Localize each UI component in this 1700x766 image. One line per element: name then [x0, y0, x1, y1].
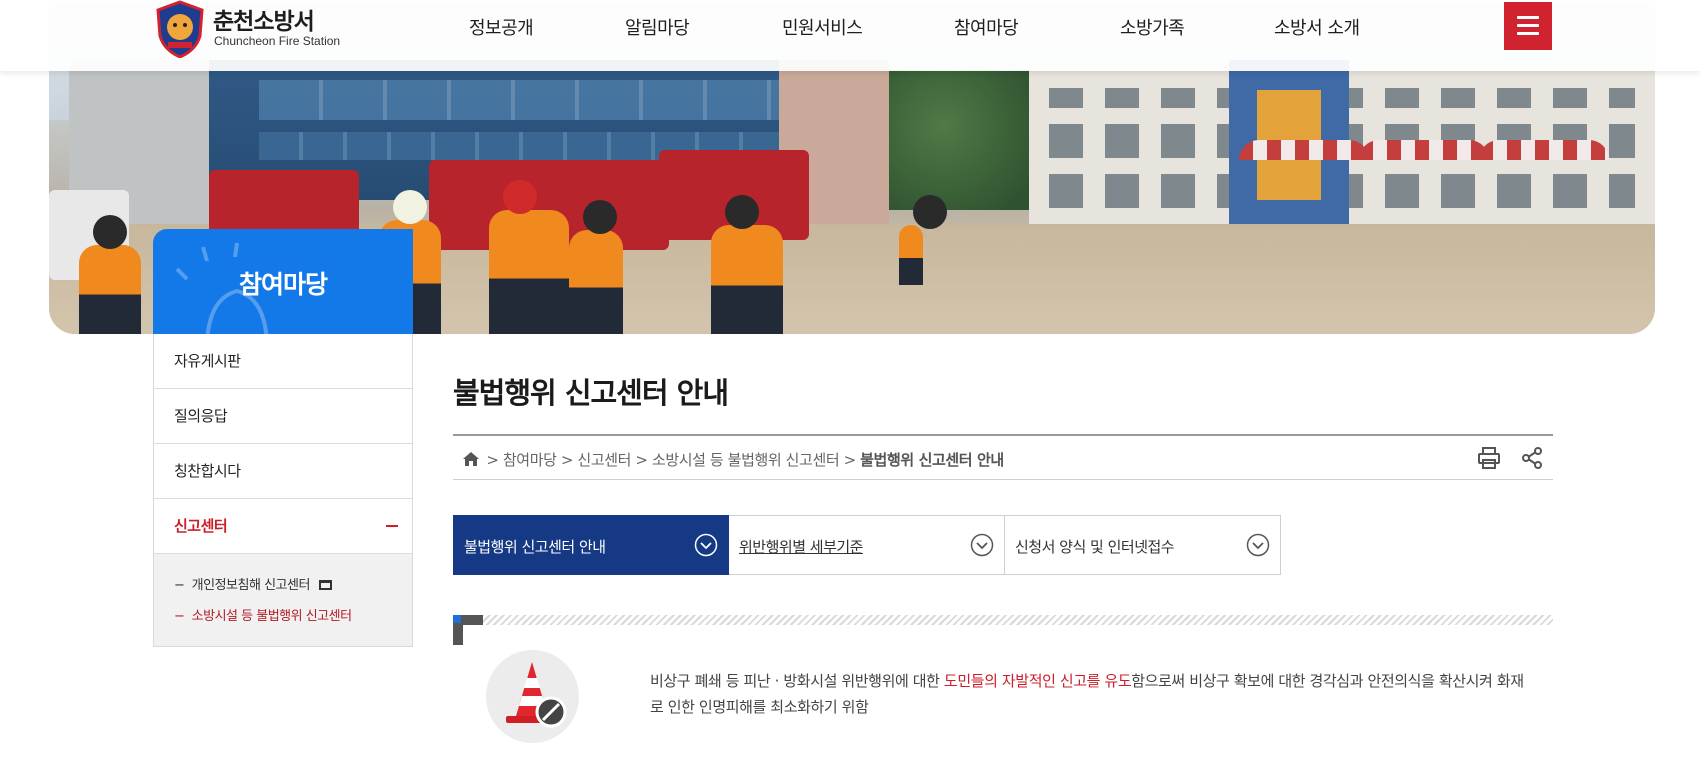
- intro-highlight: 도민들의 자발적인 신고를 유도: [943, 672, 1132, 690]
- new-window-icon: [318, 580, 332, 590]
- breadcrumb-item[interactable]: 신고센터: [577, 451, 631, 469]
- tab-label: 신청서 양식 및 인터넷접수: [1015, 538, 1175, 556]
- content-tabs: 불법행위 신고센터 안내 위반행위별 세부기준 신청서 양식 및 인터넷접수: [453, 515, 1281, 575]
- breadcrumb-item[interactable]: 소방시설 등 불법행위 신고센터: [652, 451, 840, 469]
- location-bar: > 참여마당 > 신고센터 > 소방시설 등 불법행위 신고센터 > 불법행위 …: [453, 434, 1553, 480]
- tab-violation-criteria[interactable]: 위반행위별 세부기준: [729, 515, 1005, 575]
- sidebar-item-label: 질의응답: [174, 407, 228, 425]
- nav-info-disclosure[interactable]: 정보공개: [469, 14, 534, 40]
- sidebar-menu: 자유게시판 질의응답 칭찬합시다 신고센터 − 개인정보침해 신고센터 − 소방…: [153, 334, 413, 647]
- logo-name: 춘천소방서: [213, 9, 315, 35]
- site-header: 춘천소방서 Chuncheon Fire Station 정보공개 알림마당 민…: [0, 0, 1700, 71]
- sidebar-item-free-board[interactable]: 자유게시판: [154, 334, 412, 389]
- breadcrumb-item[interactable]: 참여마당: [503, 451, 557, 469]
- logo-subtitle: Chuncheon Fire Station: [214, 34, 341, 48]
- tab-label: 위반행위별 세부기준: [739, 538, 863, 556]
- page-title: 불법행위 신고센터 안내: [453, 376, 729, 410]
- sidebar-subitem-illegal-report[interactable]: − 소방시설 등 불법행위 신고센터: [174, 601, 412, 632]
- hamburger-icon[interactable]: [1504, 2, 1552, 50]
- sidebar-item-label: 자유게시판: [174, 352, 241, 370]
- sidebar-subitem-privacy-report[interactable]: − 개인정보침해 신고센터: [174, 570, 412, 601]
- chevron-down-icon: [694, 533, 718, 557]
- fire-station-emblem-icon: [156, 0, 204, 58]
- sidebar-title-box: 참여마당: [153, 229, 413, 334]
- sidebar-item-qna[interactable]: 질의응답: [154, 389, 412, 444]
- sidebar-item-label: 신고센터: [174, 517, 228, 535]
- page-tools: [1464, 445, 1545, 475]
- tab-report-center-guide[interactable]: 불법행위 신고센터 안내: [453, 515, 729, 575]
- chevron-down-icon: [1246, 533, 1270, 557]
- nav-fire-family[interactable]: 소방가족: [1120, 14, 1185, 40]
- breadcrumb-current: 불법행위 신고센터 안내: [860, 451, 1004, 469]
- chevron-down-icon: [970, 533, 994, 557]
- site-logo[interactable]: 춘천소방서 Chuncheon Fire Station: [154, 0, 354, 60]
- sidebar-subitem-label: 개인정보침해 신고센터: [191, 578, 311, 593]
- breadcrumb: > 참여마당 > 신고센터 > 소방시설 등 불법행위 신고센터 > 불법행위 …: [463, 449, 1004, 470]
- nav-participation[interactable]: 참여마당: [954, 14, 1019, 40]
- tab-label: 불법행위 신고센터 안내: [464, 538, 606, 556]
- nav-civil-service[interactable]: 민원서비스: [782, 14, 863, 40]
- sidebar-item-label: 칭찬합시다: [174, 462, 241, 480]
- sidebar-item-report-center[interactable]: 신고센터: [154, 499, 412, 554]
- collapse-icon[interactable]: [386, 525, 398, 527]
- section-corner-mark: [453, 615, 483, 645]
- nav-about[interactable]: 소방서 소개: [1274, 14, 1360, 40]
- home-icon[interactable]: [463, 452, 479, 466]
- tab-application-form[interactable]: 신청서 양식 및 인터넷접수: [1005, 515, 1281, 575]
- section-divider: [453, 615, 1553, 625]
- intro-text: 비상구 폐쇄 등 피난 · 방화시설 위반행위에 대한: [650, 672, 944, 690]
- sidebar-subitem-label: 소방시설 등 불법행위 신고센터: [191, 609, 352, 624]
- sidebar-item-praise[interactable]: 칭찬합시다: [154, 444, 412, 499]
- intro-description: 비상구 폐쇄 등 피난 · 방화시설 위반행위에 대한 도민들의 자발적인 신고…: [650, 668, 1530, 720]
- share-icon[interactable]: [1519, 445, 1545, 471]
- sidebar-submenu: − 개인정보침해 신고센터 − 소방시설 등 불법행위 신고센터: [154, 554, 412, 647]
- sidebar-title: 참여마당: [238, 270, 328, 299]
- print-icon[interactable]: [1476, 445, 1502, 471]
- nav-notice[interactable]: 알림마당: [625, 14, 690, 40]
- traffic-cone-icon: [486, 650, 579, 743]
